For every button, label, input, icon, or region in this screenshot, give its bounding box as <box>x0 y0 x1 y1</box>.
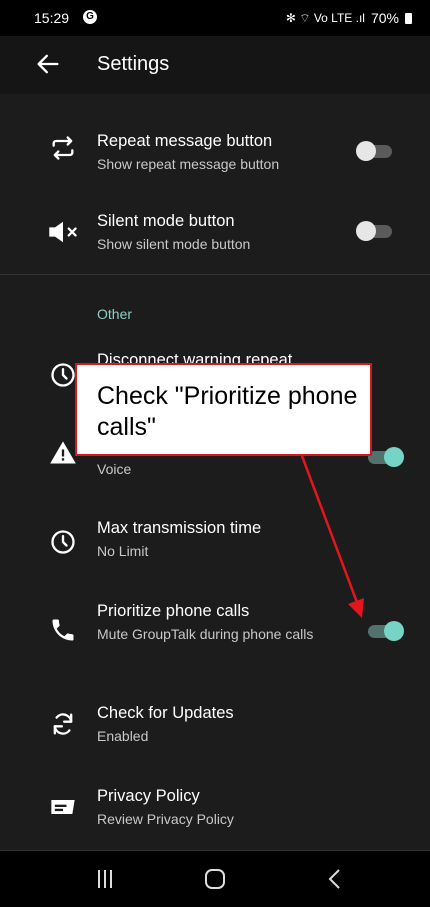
setting-repeat-message-button[interactable]: Repeat message button Show repeat messag… <box>0 114 430 194</box>
home-icon[interactable] <box>185 851 245 907</box>
setting-summary: Voice <box>97 461 132 477</box>
setting-summary: No Limit <box>97 543 149 559</box>
clock-icon <box>51 530 75 554</box>
status-indicators: ✻ ⌔ Vo LTE .ıl 70% <box>286 10 412 26</box>
setting-summary: Mute GroupTalk during phone calls <box>97 626 314 642</box>
repeat-icon <box>52 136 74 160</box>
back-nav-icon[interactable] <box>305 851 365 907</box>
instruction-callout: Check "Prioritize phone calls" <box>75 363 372 456</box>
settings-list: Repeat message button Show repeat messag… <box>0 94 430 850</box>
setting-prioritize-phone-calls[interactable]: Prioritize phone calls Mute GroupTalk du… <box>0 584 430 679</box>
setting-privacy-policy[interactable]: Privacy Policy Review Privacy Policy <box>0 767 430 847</box>
clock-icon <box>51 363 75 387</box>
setting-title: Max transmission time <box>97 519 262 537</box>
setting-summary: Show silent mode button <box>97 236 251 252</box>
toggle-thumb <box>384 621 404 641</box>
setting-summary: Show repeat message button <box>97 156 280 172</box>
recent-apps-icon[interactable] <box>75 851 135 907</box>
speaker-mute-icon <box>49 221 77 243</box>
toggle-thumb <box>384 447 404 467</box>
setting-check-for-updates[interactable]: Check for Updates Enabled <box>0 684 430 764</box>
prioritize-phone-calls-toggle[interactable] <box>364 621 404 641</box>
battery-percent: 70% <box>370 10 399 26</box>
setting-title: Repeat message button <box>97 132 273 150</box>
sync-icon <box>53 713 73 735</box>
silent-mode-toggle[interactable] <box>356 221 396 241</box>
setting-silent-mode-button[interactable]: Silent mode button Show silent mode butt… <box>0 194 430 274</box>
app-bar: Settings <box>0 36 430 94</box>
status-time: 15:29 <box>34 10 70 26</box>
setting-max-transmission-time[interactable]: Max transmission time No Limit <box>0 504 430 584</box>
setting-summary: Enabled <box>97 728 149 744</box>
toggle-thumb <box>356 221 376 241</box>
setting-title: Prioritize phone calls <box>97 602 250 620</box>
battery-icon <box>405 12 412 24</box>
page-title: Settings <box>97 53 170 75</box>
app-notification-icon: G <box>83 10 97 24</box>
setting-summary: Review Privacy Policy <box>97 811 234 827</box>
navigation-bar <box>0 851 430 907</box>
setting-title: Privacy Policy <box>97 787 200 805</box>
toggle-thumb <box>356 141 376 161</box>
phone-icon <box>52 619 74 641</box>
warning-icon <box>50 441 76 464</box>
repeat-message-toggle[interactable] <box>356 141 396 161</box>
status-bar: 15:29 G ✻ ⌔ Vo LTE .ıl 70% <box>0 0 430 36</box>
section-header-other: Other <box>97 306 133 322</box>
arrow-left-icon[interactable] <box>34 50 62 78</box>
setting-title: Silent mode button <box>97 212 235 230</box>
document-icon <box>51 800 75 814</box>
divider <box>0 274 430 275</box>
network-indicators: ✻ ⌔ Vo LTE .ıl <box>285 10 365 25</box>
setting-title: Check for Updates <box>97 704 234 722</box>
